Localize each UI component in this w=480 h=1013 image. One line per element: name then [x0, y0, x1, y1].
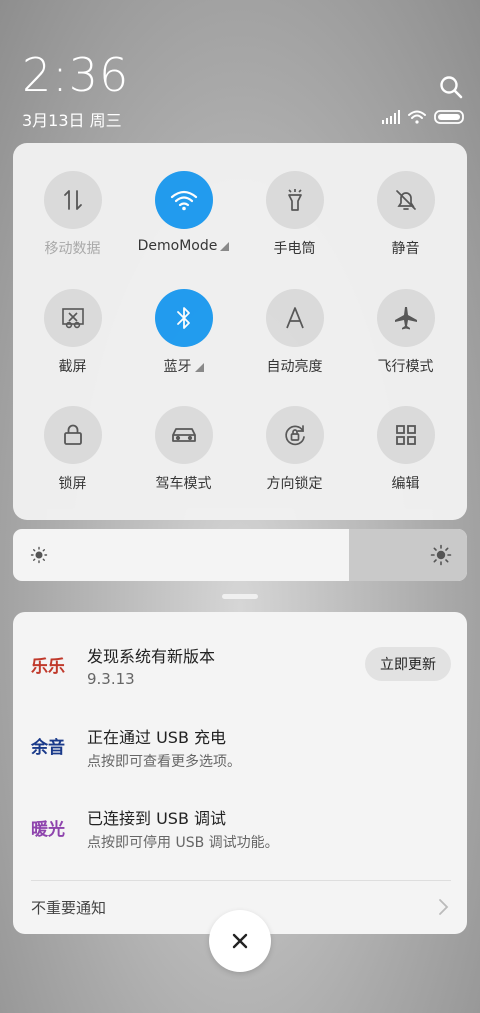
bell-off-icon: [376, 171, 435, 229]
tile-label: 蓝牙: [163, 359, 192, 375]
mobile-data-icon: [43, 171, 102, 229]
tile-screenshot[interactable]: 截屏: [17, 289, 128, 376]
tile-driving-mode[interactable]: 驾车模式: [128, 406, 239, 493]
unimportant-notifications-link[interactable]: 不重要通知: [31, 897, 106, 918]
search-icon[interactable]: [438, 74, 464, 100]
tile-label: 驾车模式: [155, 476, 212, 492]
expand-triangle-icon: [220, 242, 230, 251]
tile-mobile-data[interactable]: 移动数据: [17, 171, 128, 258]
grid-icon: [376, 406, 435, 464]
status-bar: 2:36 3月13日 周三: [0, 0, 480, 135]
clear-all-button[interactable]: [209, 910, 271, 972]
wifi-icon: [154, 171, 213, 229]
tile-flashlight[interactable]: 手电筒: [239, 171, 350, 258]
app-icon: 余音: [31, 738, 65, 758]
rotation-lock-icon: [265, 406, 324, 464]
brightness-slider[interactable]: [13, 529, 467, 581]
date: 3月13日 周三: [22, 111, 122, 130]
airplane-icon: [376, 289, 435, 347]
lock-icon: [43, 406, 102, 464]
chevron-right-icon[interactable]: [438, 898, 450, 916]
clock: 2:36: [22, 48, 130, 102]
tile-edit[interactable]: 编辑: [350, 406, 461, 493]
tile-label: 自动亮度: [266, 359, 323, 375]
tile-label: 手电筒: [273, 241, 316, 257]
update-now-button[interactable]: 立即更新: [365, 647, 451, 681]
bluetooth-icon: [154, 289, 213, 347]
notification-title: 发现系统有新版本: [87, 647, 216, 666]
tile-label: 飞行模式: [377, 359, 434, 375]
tile-bluetooth[interactable]: 蓝牙: [128, 289, 239, 376]
signal-icon: [382, 110, 400, 124]
tile-label: DemoMode: [137, 238, 218, 254]
wifi-status-icon: [408, 110, 426, 124]
notification-subtitle: 9.3.13: [87, 670, 135, 688]
close-icon: [232, 933, 248, 949]
tile-label: 静音: [391, 241, 420, 257]
auto-brightness-icon: [265, 289, 324, 347]
drag-handle[interactable]: [222, 594, 258, 599]
battery-icon: [434, 110, 464, 124]
car-icon: [154, 406, 213, 464]
divider: [31, 880, 451, 881]
tile-rotation-lock[interactable]: 方向锁定: [239, 406, 350, 493]
brightness-high-icon: [430, 544, 452, 566]
tile-label: 移动数据: [44, 241, 101, 257]
tile-wifi[interactable]: DemoMode: [128, 171, 239, 254]
notification-title: 已连接到 USB 调试: [87, 809, 227, 828]
tile-auto-brightness[interactable]: 自动亮度: [239, 289, 350, 376]
tile-label: 方向锁定: [266, 476, 323, 492]
tile-label: 编辑: [391, 476, 420, 492]
screenshot-icon: [43, 289, 102, 347]
tile-lock-screen[interactable]: 锁屏: [17, 406, 128, 493]
brightness-low-icon: [30, 546, 48, 564]
quick-settings-panel: 移动数据 DemoMode 手电筒 静音 截屏 蓝牙 自动亮度 飞行模式 锁屏 …: [13, 143, 467, 520]
notification-title: 正在通过 USB 充电: [87, 728, 227, 747]
notification-subtitle: 点按即可停用 USB 调试功能。: [87, 835, 279, 851]
tile-label: 截屏: [58, 359, 87, 375]
system-status-icons: [382, 110, 464, 124]
notification-subtitle: 点按即可查看更多选项。: [87, 754, 241, 770]
app-icon: 暖光: [31, 820, 65, 840]
tile-airplane[interactable]: 飞行模式: [350, 289, 461, 376]
tile-mute[interactable]: 静音: [350, 171, 461, 258]
app-icon: 乐乐: [31, 657, 65, 677]
notification-panel: 乐乐 发现系统有新版本 9.3.13 立即更新 余音 正在通过 USB 充电 点…: [13, 612, 467, 934]
expand-triangle-icon: [194, 363, 204, 372]
tile-label: 锁屏: [58, 476, 87, 492]
flashlight-icon: [265, 171, 324, 229]
